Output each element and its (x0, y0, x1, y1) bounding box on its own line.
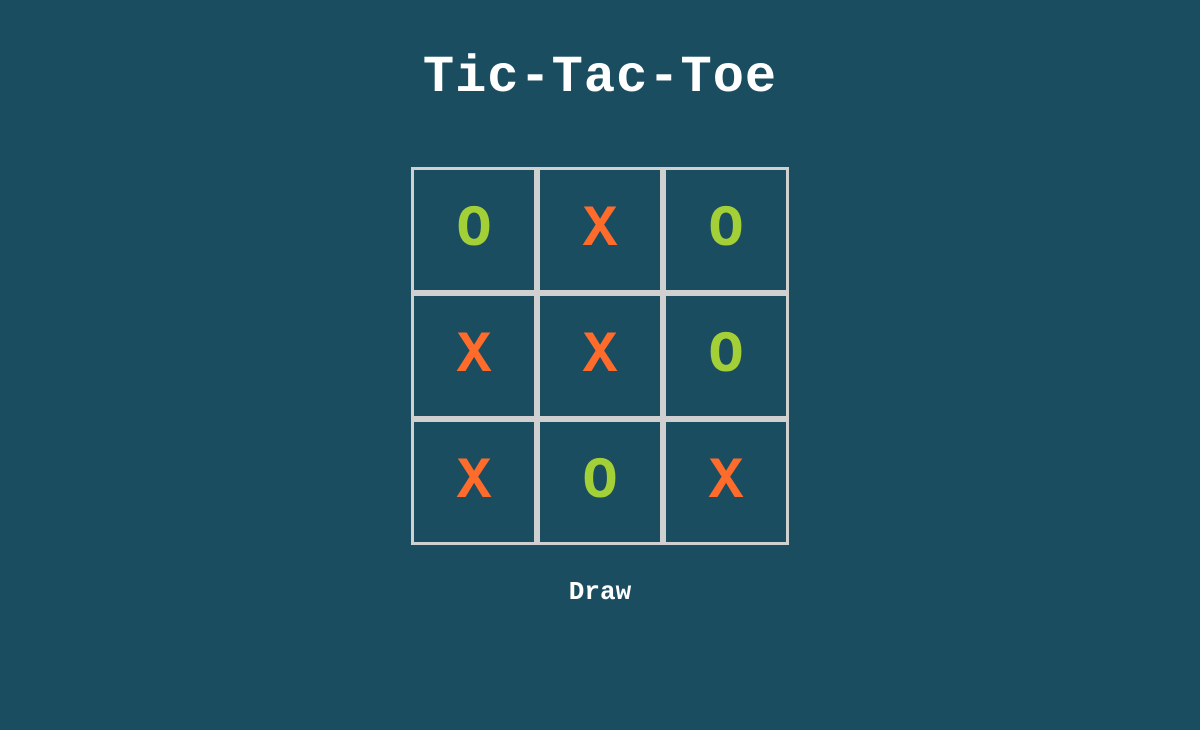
cell-2[interactable]: O (666, 170, 786, 290)
cell-7[interactable]: O (540, 422, 660, 542)
cell-1[interactable]: X (540, 170, 660, 290)
page-title: Tic-Tac-Toe (423, 48, 777, 107)
cell-3[interactable]: X (414, 296, 534, 416)
cell-0[interactable]: O (414, 170, 534, 290)
cell-8[interactable]: X (666, 422, 786, 542)
game-board: O X O X X O X O X (411, 167, 789, 545)
cell-6[interactable]: X (414, 422, 534, 542)
game-status: Draw (569, 577, 631, 607)
cell-5[interactable]: O (666, 296, 786, 416)
cell-4[interactable]: X (540, 296, 660, 416)
